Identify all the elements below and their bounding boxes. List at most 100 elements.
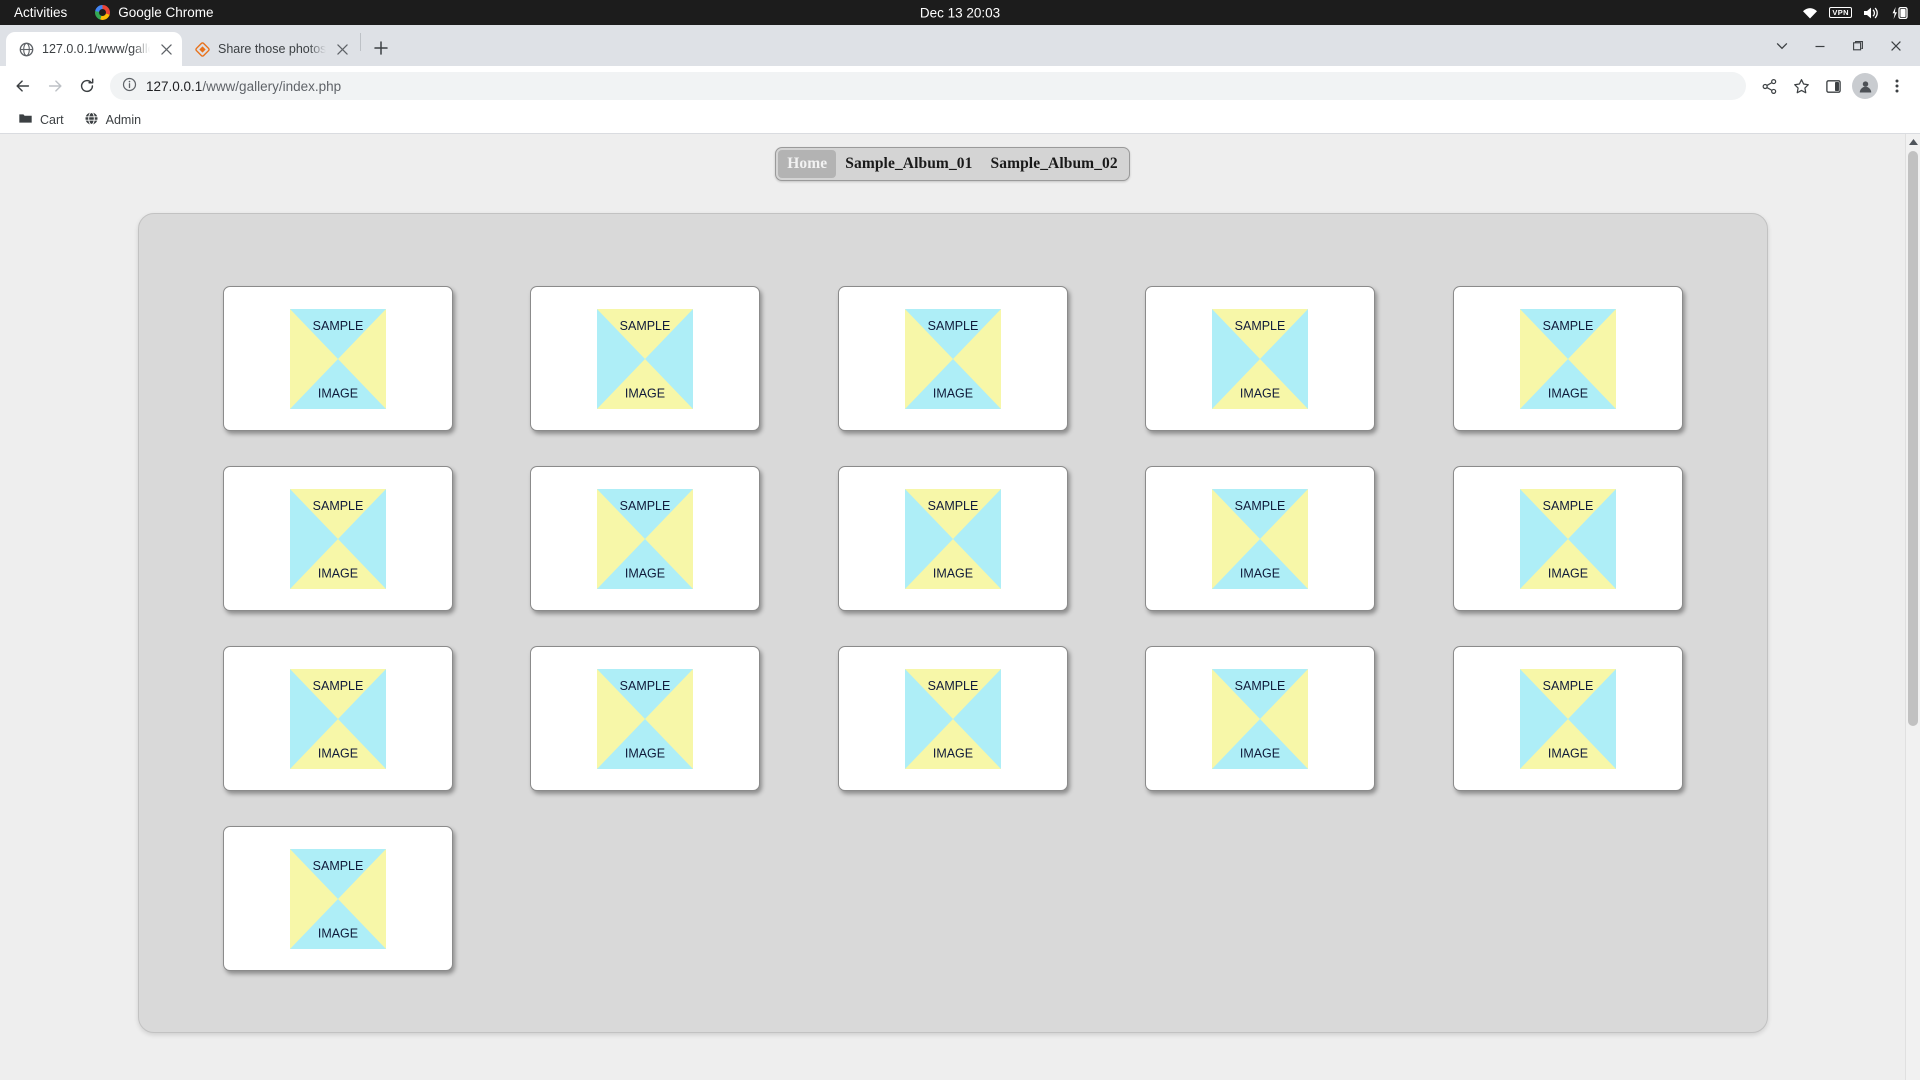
bookmark-star-icon[interactable]: [1786, 71, 1816, 101]
gallery-thumbnail-card[interactable]: SAMPLE IMAGE: [530, 646, 760, 791]
active-app-indicator[interactable]: Google Chrome: [95, 5, 214, 20]
svg-text:SAMPLE: SAMPLE: [1235, 319, 1286, 333]
svg-text:SAMPLE: SAMPLE: [312, 679, 363, 693]
gallery-thumbnail-card[interactable]: SAMPLE IMAGE: [1145, 466, 1375, 611]
folder-icon: [18, 111, 33, 129]
svg-text:IMAGE: IMAGE: [1547, 386, 1587, 400]
url-path: /www/gallery/index.php: [202, 78, 342, 94]
sample-image-thumbnail: SAMPLE IMAGE: [289, 488, 386, 589]
three-dot-menu-icon[interactable]: [1882, 71, 1912, 101]
nav-item-sample-album-01[interactable]: Sample_Album_01: [836, 150, 981, 178]
sample-image-thumbnail: SAMPLE IMAGE: [289, 668, 386, 769]
browser-tab-1-title: 127.0.0.1/www/gallery/in: [42, 42, 150, 56]
svg-text:IMAGE: IMAGE: [625, 386, 665, 400]
maximize-icon[interactable]: [1840, 31, 1876, 61]
album-nav-wrapper: Home Sample_Album_01 Sample_Album_02: [0, 134, 1905, 181]
gallery-thumbnail-card[interactable]: SAMPLE IMAGE: [530, 286, 760, 431]
scrollbar-thumb[interactable]: [1908, 151, 1918, 726]
svg-text:IMAGE: IMAGE: [932, 386, 972, 400]
back-icon[interactable]: [8, 71, 38, 101]
profile-avatar[interactable]: [1850, 71, 1880, 101]
sample-image-thumbnail: SAMPLE IMAGE: [1212, 668, 1308, 769]
svg-text:IMAGE: IMAGE: [625, 746, 665, 760]
forward-icon[interactable]: [40, 71, 70, 101]
avatar: [1852, 73, 1878, 99]
address-bar-url: 127.0.0.1/www/gallery/index.php: [146, 79, 341, 94]
gallery-thumbnail-card[interactable]: SAMPLE IMAGE: [837, 286, 1068, 431]
browser-tab-strip: 127.0.0.1/www/gallery/in Share those pho…: [0, 25, 1920, 66]
tab-separator: [360, 32, 361, 51]
info-icon[interactable]: [122, 77, 137, 95]
os-top-bar-left: Activities Google Chrome: [14, 5, 214, 20]
triangle-up-icon[interactable]: [1906, 134, 1920, 150]
reload-icon[interactable]: [72, 71, 102, 101]
window-controls: [1764, 25, 1920, 66]
diamond-icon: [194, 41, 210, 57]
sample-image-thumbnail: SAMPLE IMAGE: [597, 668, 693, 769]
bookmark-item-admin[interactable]: Admin: [76, 108, 149, 132]
sample-image-thumbnail: SAMPLE IMAGE: [904, 668, 1001, 769]
browser-tab-2[interactable]: Share those photos / Adm: [182, 32, 358, 66]
gallery-thumbnail-card[interactable]: SAMPLE IMAGE: [837, 646, 1068, 791]
nav-item-sample-album-02[interactable]: Sample_Album_02: [982, 150, 1127, 178]
side-panel-icon[interactable]: [1818, 71, 1848, 101]
svg-text:IMAGE: IMAGE: [1547, 746, 1587, 760]
address-bar[interactable]: 127.0.0.1/www/gallery/index.php: [110, 72, 1746, 100]
bookmark-item-cart[interactable]: Cart: [10, 108, 72, 132]
bookmark-item-admin-label: Admin: [105, 112, 142, 127]
gallery-thumbnail-card[interactable]: SAMPLE IMAGE: [222, 466, 453, 611]
close-icon[interactable]: [158, 41, 174, 57]
system-tray[interactable]: VPN: [1802, 6, 1908, 20]
new-tab-button[interactable]: [367, 34, 395, 62]
wifi-icon: [1802, 6, 1818, 19]
svg-text:SAMPLE: SAMPLE: [620, 499, 671, 513]
gallery-thumbnail-card[interactable]: SAMPLE IMAGE: [1452, 466, 1683, 611]
gallery-thumbnail-card[interactable]: SAMPLE IMAGE: [1452, 646, 1683, 791]
sample-image-thumbnail: SAMPLE IMAGE: [1519, 308, 1616, 409]
svg-text:IMAGE: IMAGE: [1240, 746, 1280, 760]
system-clock[interactable]: Dec 13 20:03: [920, 5, 1000, 20]
globe-icon: [84, 111, 99, 129]
svg-text:IMAGE: IMAGE: [932, 746, 972, 760]
sample-image-thumbnail: SAMPLE IMAGE: [1212, 488, 1308, 589]
svg-text:SAMPLE: SAMPLE: [927, 319, 978, 333]
close-icon[interactable]: [1878, 31, 1914, 61]
svg-text:SAMPLE: SAMPLE: [312, 859, 363, 873]
gallery-thumbnail-card[interactable]: SAMPLE IMAGE: [222, 646, 453, 791]
sample-image-thumbnail: SAMPLE IMAGE: [289, 848, 386, 949]
gallery-thumbnail-card[interactable]: SAMPLE IMAGE: [222, 286, 453, 431]
sample-image-thumbnail: SAMPLE IMAGE: [904, 488, 1001, 589]
svg-text:SAMPLE: SAMPLE: [620, 319, 671, 333]
svg-text:SAMPLE: SAMPLE: [1542, 499, 1593, 513]
activities-button[interactable]: Activities: [14, 5, 67, 20]
svg-text:IMAGE: IMAGE: [1240, 386, 1280, 400]
svg-text:SAMPLE: SAMPLE: [312, 499, 363, 513]
gallery-thumbnail-card[interactable]: SAMPLE IMAGE: [1145, 286, 1375, 431]
gallery-thumbnail-card[interactable]: SAMPLE IMAGE: [1452, 286, 1683, 431]
svg-text:IMAGE: IMAGE: [317, 386, 357, 400]
gallery-thumbnail-card[interactable]: SAMPLE IMAGE: [1145, 646, 1375, 791]
close-icon[interactable]: [334, 41, 350, 57]
sample-image-thumbnail: SAMPLE IMAGE: [1519, 488, 1616, 589]
volume-icon: [1863, 6, 1880, 20]
nav-item-home[interactable]: Home: [778, 150, 837, 178]
svg-text:IMAGE: IMAGE: [1240, 566, 1280, 580]
gallery-thumbnail-card[interactable]: SAMPLE IMAGE: [837, 466, 1068, 611]
gallery-grid: SAMPLE IMAGE SAMPLE IMAGE SAMPLE IMAGE SAMPLE I…: [222, 286, 1683, 971]
tab-search-icon[interactable]: [1764, 31, 1800, 61]
svg-text:SAMPLE: SAMPLE: [1542, 679, 1593, 693]
browser-tab-1[interactable]: 127.0.0.1/www/gallery/in: [6, 32, 182, 66]
svg-text:SAMPLE: SAMPLE: [1235, 499, 1286, 513]
sample-image-thumbnail: SAMPLE IMAGE: [1519, 668, 1616, 769]
svg-text:SAMPLE: SAMPLE: [620, 679, 671, 693]
minimize-icon[interactable]: [1802, 31, 1838, 61]
page-viewport: Home Sample_Album_01 Sample_Album_02 SAM…: [0, 134, 1920, 1080]
gallery-thumbnail-card[interactable]: SAMPLE IMAGE: [530, 466, 760, 611]
svg-text:SAMPLE: SAMPLE: [1235, 679, 1286, 693]
page-scrollbar[interactable]: [1905, 134, 1920, 1080]
album-nav: Home Sample_Album_01 Sample_Album_02: [775, 147, 1130, 181]
gallery-thumbnail-card[interactable]: SAMPLE IMAGE: [222, 826, 453, 971]
bookmarks-bar: Cart Admin: [0, 106, 1920, 134]
active-app-label: Google Chrome: [118, 5, 214, 20]
share-icon[interactable]: [1754, 71, 1784, 101]
